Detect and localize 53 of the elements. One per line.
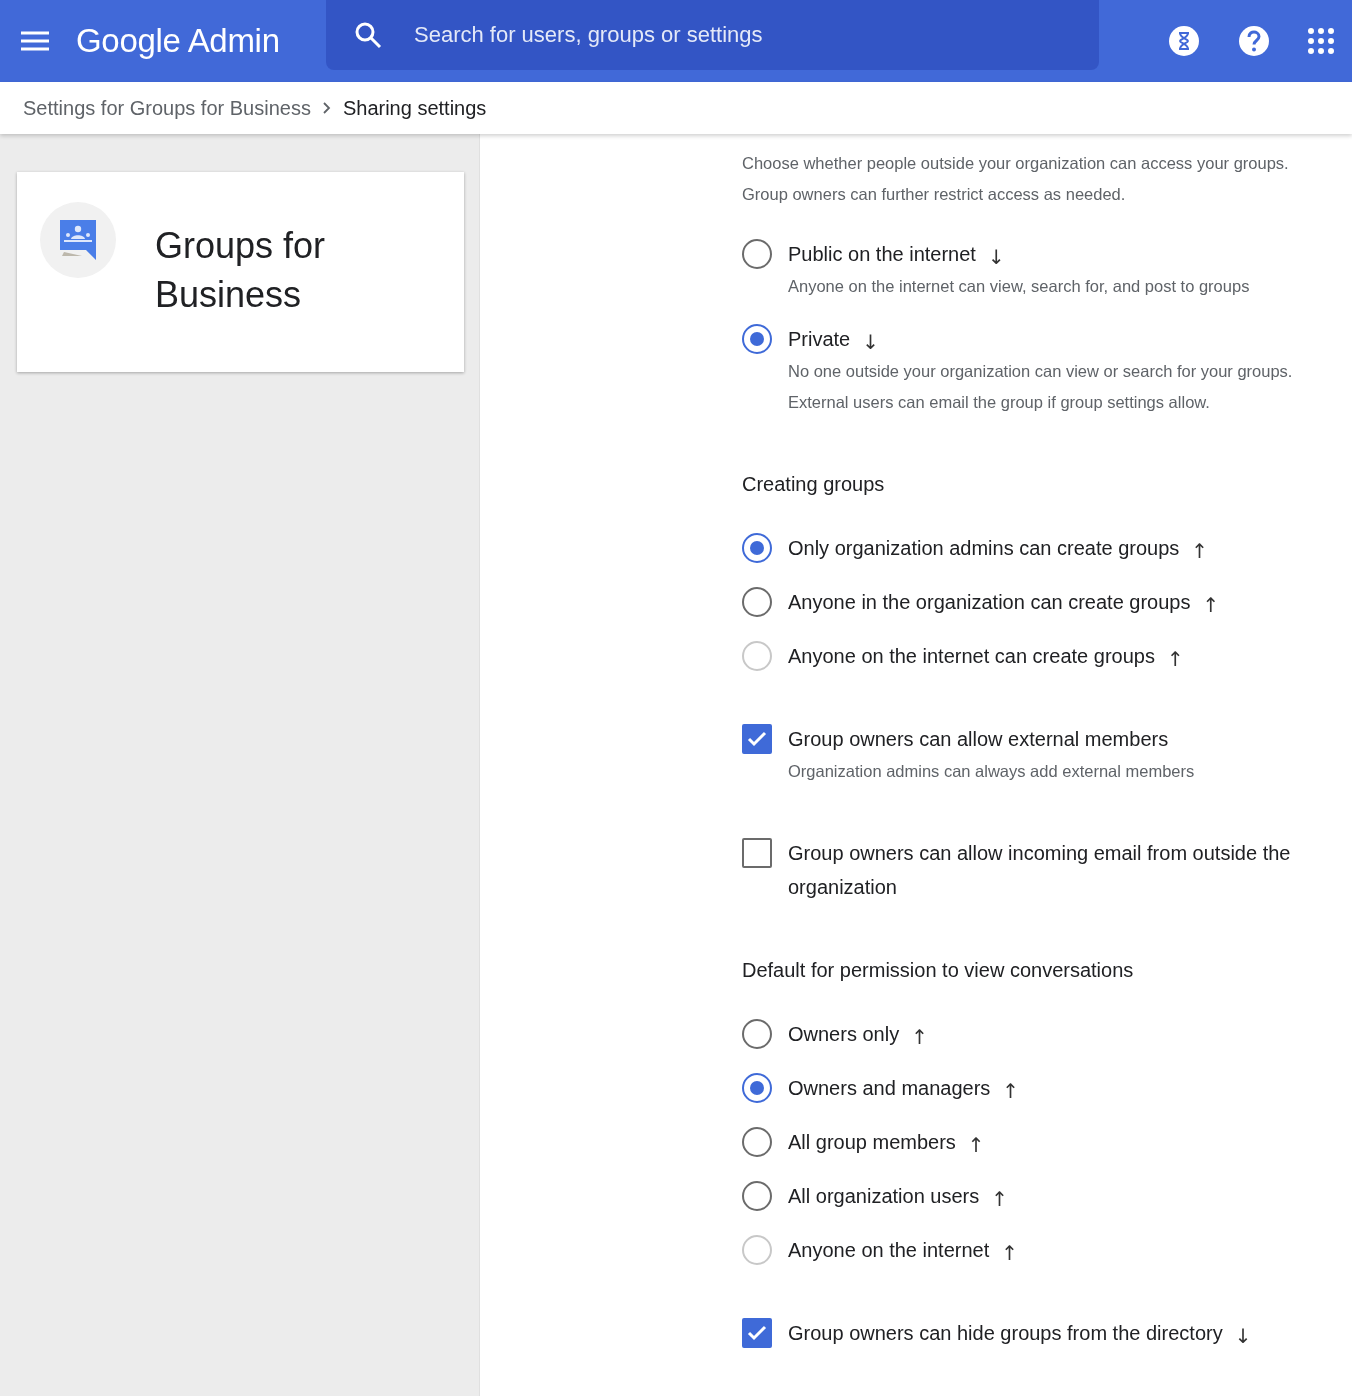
section-description: Choose whether people outside your organization can access your groups. Group owners can further restrict access as needed. [742, 153, 1290, 205]
checkbox[interactable] [742, 724, 772, 754]
radio-button[interactable] [742, 1073, 772, 1103]
option-label: Private [788, 327, 851, 352]
arrow-icon: ↓ [987, 244, 1005, 269]
radio-button[interactable] [742, 239, 772, 269]
arrow-icon: ↑ [1001, 1240, 1019, 1265]
arrow-icon: ↑ [1166, 646, 1184, 671]
section-heading: Default for permission to view conversations [742, 958, 1135, 982]
checkbox[interactable] [742, 1318, 772, 1348]
app-title: Google Admin [76, 22, 281, 60]
option-label: All group members [788, 1130, 956, 1155]
search-bar[interactable]: Search for users, groups or settings [326, 0, 1099, 70]
option-label: Anyone in the organization can create groups [788, 590, 1191, 615]
search-field[interactable]: Search for users, groups or settings [412, 21, 1066, 49]
arrow-icon: ↑ [911, 1024, 928, 1049]
radio-button[interactable] [742, 1181, 772, 1211]
checkbox[interactable] [742, 838, 772, 868]
option-description: No one outside your organization can view or search for your groups. External users can email the group if group settings allow. [788, 361, 1294, 413]
arrow-icon: ↑ [991, 1186, 1008, 1211]
section-heading: Creating groups [742, 472, 886, 496]
hourglass-icon[interactable] [1168, 25, 1200, 57]
breadcrumb-current: Sharing settings [342, 96, 487, 120]
radio-button[interactable] [742, 1127, 772, 1157]
option-label: Group owners can allow incoming email from outside the organization [788, 841, 1292, 900]
breadcrumb-link[interactable]: Settings for Groups for Business [23, 96, 311, 120]
arrow-icon: ↑ [1191, 538, 1209, 563]
search-icon [354, 21, 382, 49]
arrow-icon: ↓ [1234, 1323, 1252, 1348]
option-label: Group owners can allow external members [788, 727, 1169, 752]
option-description: Anyone on the internet can view, search for, and post to groups [788, 276, 1251, 297]
menu-icon[interactable] [20, 30, 50, 52]
arrow-icon: ↑ [967, 1132, 985, 1157]
chevron-right-icon [322, 102, 331, 114]
option-label: Owners and managers [788, 1076, 991, 1101]
option-label: Group owners can hide groups from the directory [788, 1321, 1223, 1346]
radio-button[interactable] [742, 587, 772, 617]
radio-button[interactable] [742, 324, 772, 354]
help-icon[interactable] [1238, 25, 1270, 57]
radio-button[interactable] [742, 1019, 772, 1049]
arrow-icon: ↓ [862, 329, 879, 354]
option-description: Organization admins can always add external members [788, 761, 1196, 782]
option-label: Owners only [788, 1022, 900, 1047]
option-label: Anyone on the internet can create groups [788, 644, 1155, 669]
option-label: Public on the internet [788, 242, 976, 267]
apps-grid-icon[interactable] [1308, 28, 1334, 54]
option-label: Anyone on the internet [788, 1238, 990, 1263]
option-label: Only organization admins can create groups [788, 536, 1180, 561]
arrow-icon: ↑ [1002, 1078, 1020, 1103]
radio-button[interactable] [742, 533, 772, 563]
arrow-icon: ↑ [1202, 592, 1220, 617]
card-title: Groups for Business [155, 224, 327, 317]
option-label: All organization users [788, 1184, 980, 1209]
